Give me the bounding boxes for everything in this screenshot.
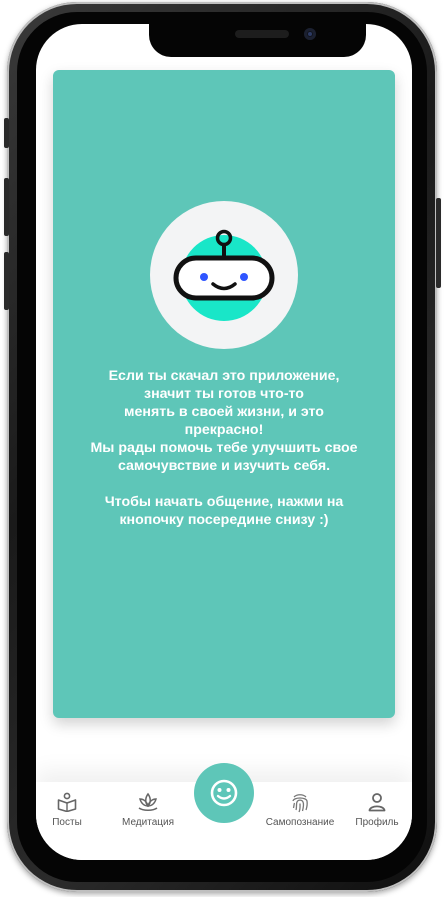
smile-icon [210, 779, 238, 807]
tab-label: Медитация [122, 817, 174, 828]
tab-label: Посты [52, 817, 82, 828]
chat-button[interactable] [194, 763, 254, 823]
screen: Если ты скачал это приложение, значит ты… [36, 24, 412, 860]
speaker-grille [235, 30, 289, 38]
user-icon [367, 792, 387, 815]
welcome-card: Если ты скачал это приложение, значит ты… [53, 70, 395, 718]
lotus-icon [137, 792, 159, 815]
tab-label: Профиль [355, 817, 399, 828]
tab-label: Самопознание [265, 817, 335, 828]
notch [149, 24, 366, 57]
book-icon [57, 792, 77, 815]
avatar [150, 201, 298, 349]
volume-up-button [4, 178, 9, 236]
mute-switch [4, 118, 9, 148]
tab-meditation[interactable]: Медитация [114, 782, 182, 842]
robot-icon [173, 229, 275, 321]
tab-posts[interactable]: Посты [36, 782, 98, 842]
welcome-message: Если ты скачал это приложение, значит ты… [90, 368, 358, 528]
fingerprint-icon [290, 792, 310, 817]
camera-icon [304, 28, 316, 40]
volume-down-button [4, 252, 9, 310]
tab-self-knowledge[interactable]: Самопознание [262, 782, 338, 842]
power-button [436, 198, 441, 288]
tab-profile[interactable]: Профиль [350, 782, 404, 842]
